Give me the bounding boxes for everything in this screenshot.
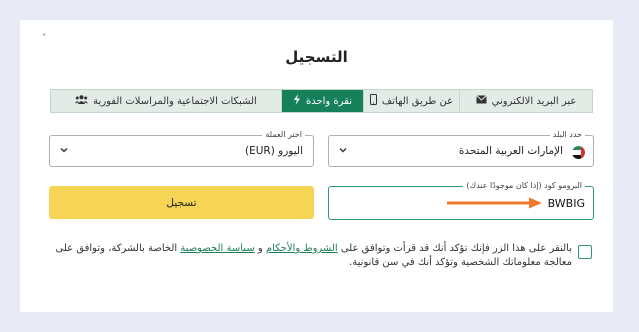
register-button[interactable]: تسجيل	[49, 186, 314, 219]
privacy-policy-link[interactable]: سياسة الخصوصية	[180, 243, 254, 254]
promo-code-value: BWBIG	[547, 197, 585, 210]
registration-tabs: عبر البريد الالكتروني عن طريق الهاتف نقر…	[50, 89, 593, 113]
currency-label: اختر العملة	[262, 129, 305, 141]
registration-card: ˇ التسجيل عبر البريد الالكتروني عن طريق …	[20, 20, 613, 312]
currency-value: اليورو (EUR)	[244, 145, 303, 157]
terms-text: بالنقر على هذا الزر فإنك تؤكد أنك قد قرأ…	[44, 242, 572, 270]
tab-one-click[interactable]: نقرة واحدة	[281, 90, 363, 112]
country-value: الإمارات العربية المتحدة	[458, 145, 563, 157]
envelope-icon	[475, 95, 487, 107]
tab-one-click-label: نقرة واحدة	[305, 95, 353, 107]
promo-code-label: البرومو كود (إذا كان موجودًا عندك)	[463, 180, 585, 192]
terms-text-and: و	[254, 243, 266, 254]
terms-text-start: بالنقر على هذا الزر فإنك تؤكد أنك قد قرأ…	[337, 243, 572, 254]
tab-email-label: عبر البريد الالكتروني	[491, 95, 577, 107]
tab-social[interactable]: الشبكات الاجتماعية والمراسلات الفورية	[51, 90, 281, 112]
tab-email[interactable]: عبر البريد الالكتروني	[459, 90, 592, 112]
lightning-icon	[293, 94, 301, 108]
terms-link[interactable]: الشروط والأحكام	[266, 243, 338, 254]
tab-phone-label: عن طريق الهاتف	[381, 95, 454, 107]
chevron-down-icon	[60, 148, 68, 153]
page-title: التسجيل	[285, 48, 348, 66]
currency-select[interactable]: اختر العملة اليورو (EUR)	[49, 129, 314, 167]
tab-phone[interactable]: عن طريق الهاتف	[363, 90, 459, 112]
tab-social-label: الشبكات الاجتماعية والمراسلات الفورية	[93, 95, 257, 107]
terms-checkbox[interactable]	[578, 245, 592, 259]
users-icon	[75, 95, 89, 107]
chevron-down-icon	[339, 148, 347, 153]
close-icon[interactable]: ˇ	[42, 34, 47, 44]
arrow-pointer-icon	[447, 197, 542, 209]
uae-flag-icon	[572, 146, 585, 159]
phone-icon	[369, 94, 377, 108]
country-select[interactable]: حدد البلد الإمارات العربية المتحدة	[328, 129, 594, 167]
country-label: حدد البلد	[549, 129, 585, 141]
